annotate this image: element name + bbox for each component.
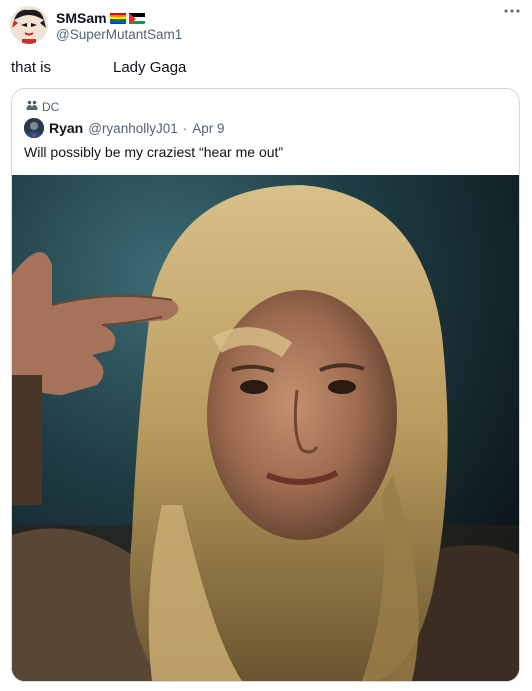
- quoted-tweet-text: Will possibly be my craziest “hear me ou…: [24, 144, 284, 160]
- quoted-author-name[interactable]: Ryan: [49, 120, 83, 136]
- author-handle[interactable]: @SuperMutantSam1: [56, 27, 182, 42]
- quoted-author-avatar[interactable]: [24, 118, 44, 138]
- community-label-row[interactable]: DC: [26, 100, 59, 114]
- separator-dot: ·: [182, 120, 188, 136]
- rainbow-flag-icon: [109, 12, 126, 24]
- tweet-text-part1: that is: [11, 59, 52, 76]
- community-label: DC: [42, 100, 60, 114]
- portrait-photo: [12, 175, 519, 681]
- quoted-author-row: Ryan @ryanhollyJ01 · Apr 9: [24, 118, 225, 138]
- quoted-author-handle[interactable]: @ryanhollyJ01: [88, 121, 178, 136]
- author-display-name[interactable]: SMSam: [56, 10, 107, 26]
- quoted-date[interactable]: Apr 9: [192, 121, 224, 136]
- palestine-flag-icon: [128, 12, 145, 24]
- tweet: SMSam @SuperMutantSam1 that is Lady Gaga…: [0, 0, 532, 691]
- more-dots-icon[interactable]: [500, 6, 524, 22]
- author-name-row: SMSam: [56, 9, 145, 27]
- community-icon: [26, 100, 38, 114]
- quoted-tweet-card[interactable]: DC Ryan @ryanhollyJ01 · Apr 9 Will possi…: [11, 88, 520, 682]
- author-avatar[interactable]: [10, 6, 48, 44]
- quoted-tweet-image[interactable]: [12, 175, 519, 681]
- tweet-text-part2: Lady Gaga: [113, 59, 187, 76]
